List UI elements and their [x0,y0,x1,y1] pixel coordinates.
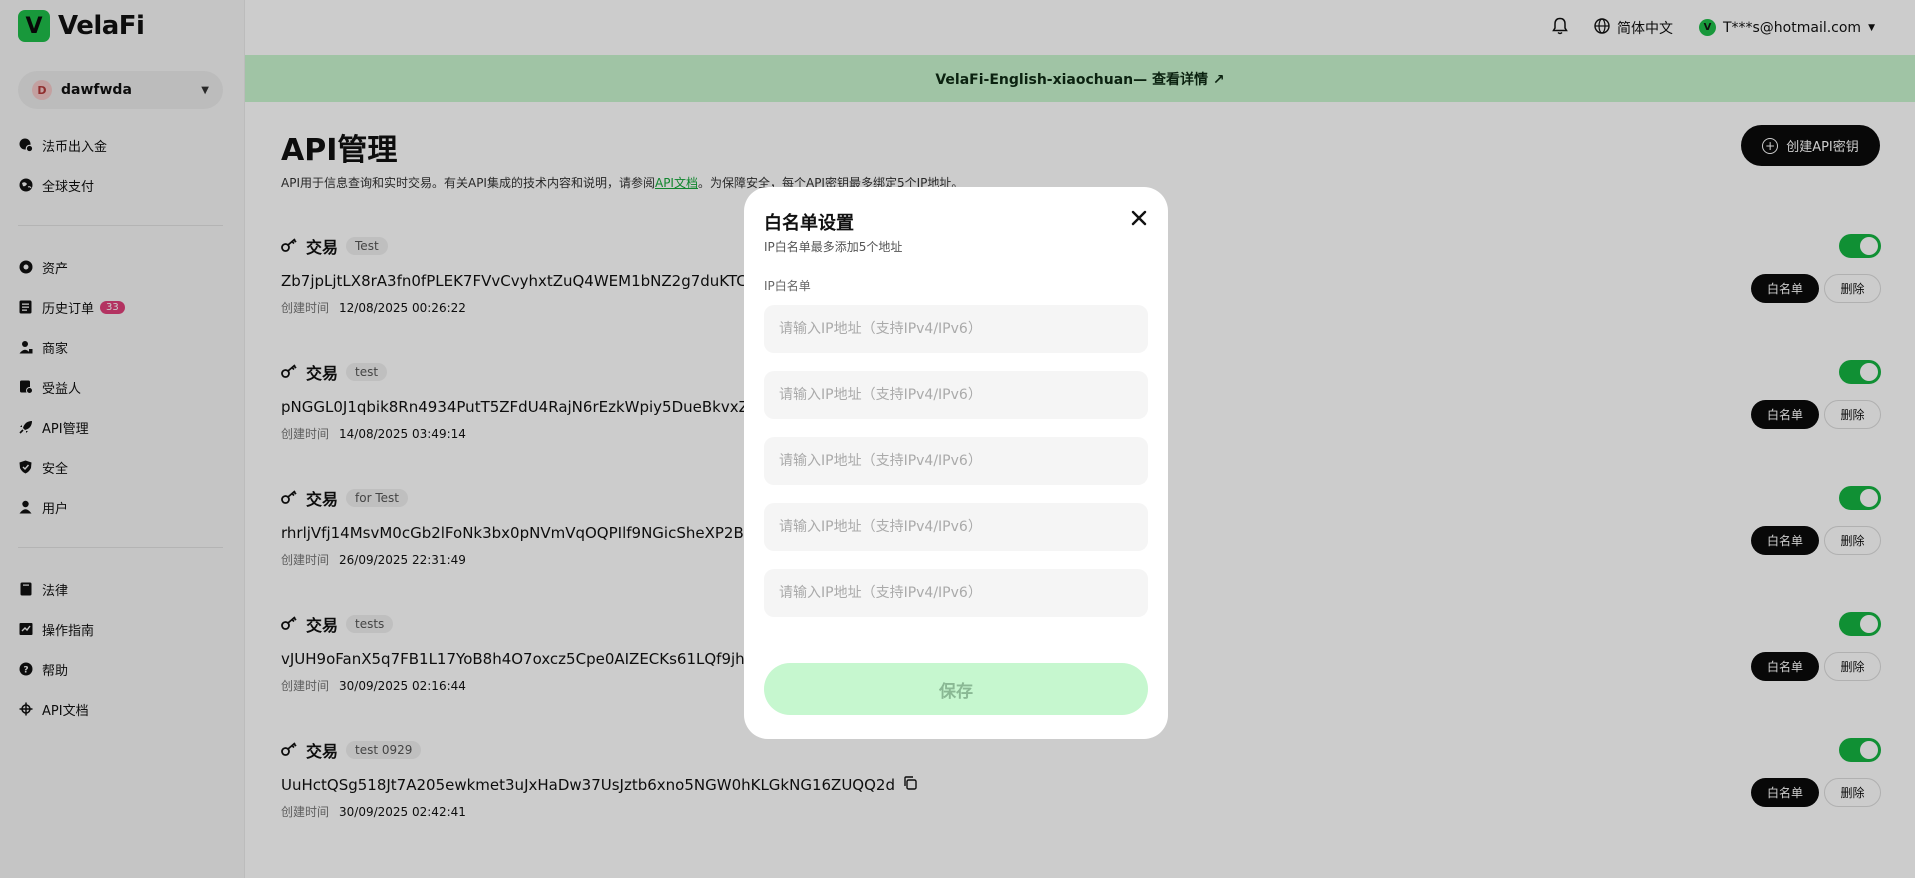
whitelist-modal: 白名单设置 IP白名单最多添加5个地址 IP白名单 保存 [744,187,1168,739]
ip-whitelist-label: IP白名单 [764,279,811,293]
modal-subtitle: IP白名单最多添加5个地址 [764,240,903,254]
ip-input-1[interactable] [764,305,1148,353]
ip-input-2[interactable] [764,371,1148,419]
ip-input-3[interactable] [764,437,1148,485]
ip-input-5[interactable] [764,569,1148,617]
save-button[interactable]: 保存 [764,663,1148,715]
ip-input-4[interactable] [764,503,1148,551]
close-icon [1131,210,1147,230]
modal-title: 白名单设置 [764,213,854,234]
close-button[interactable] [1126,207,1152,233]
